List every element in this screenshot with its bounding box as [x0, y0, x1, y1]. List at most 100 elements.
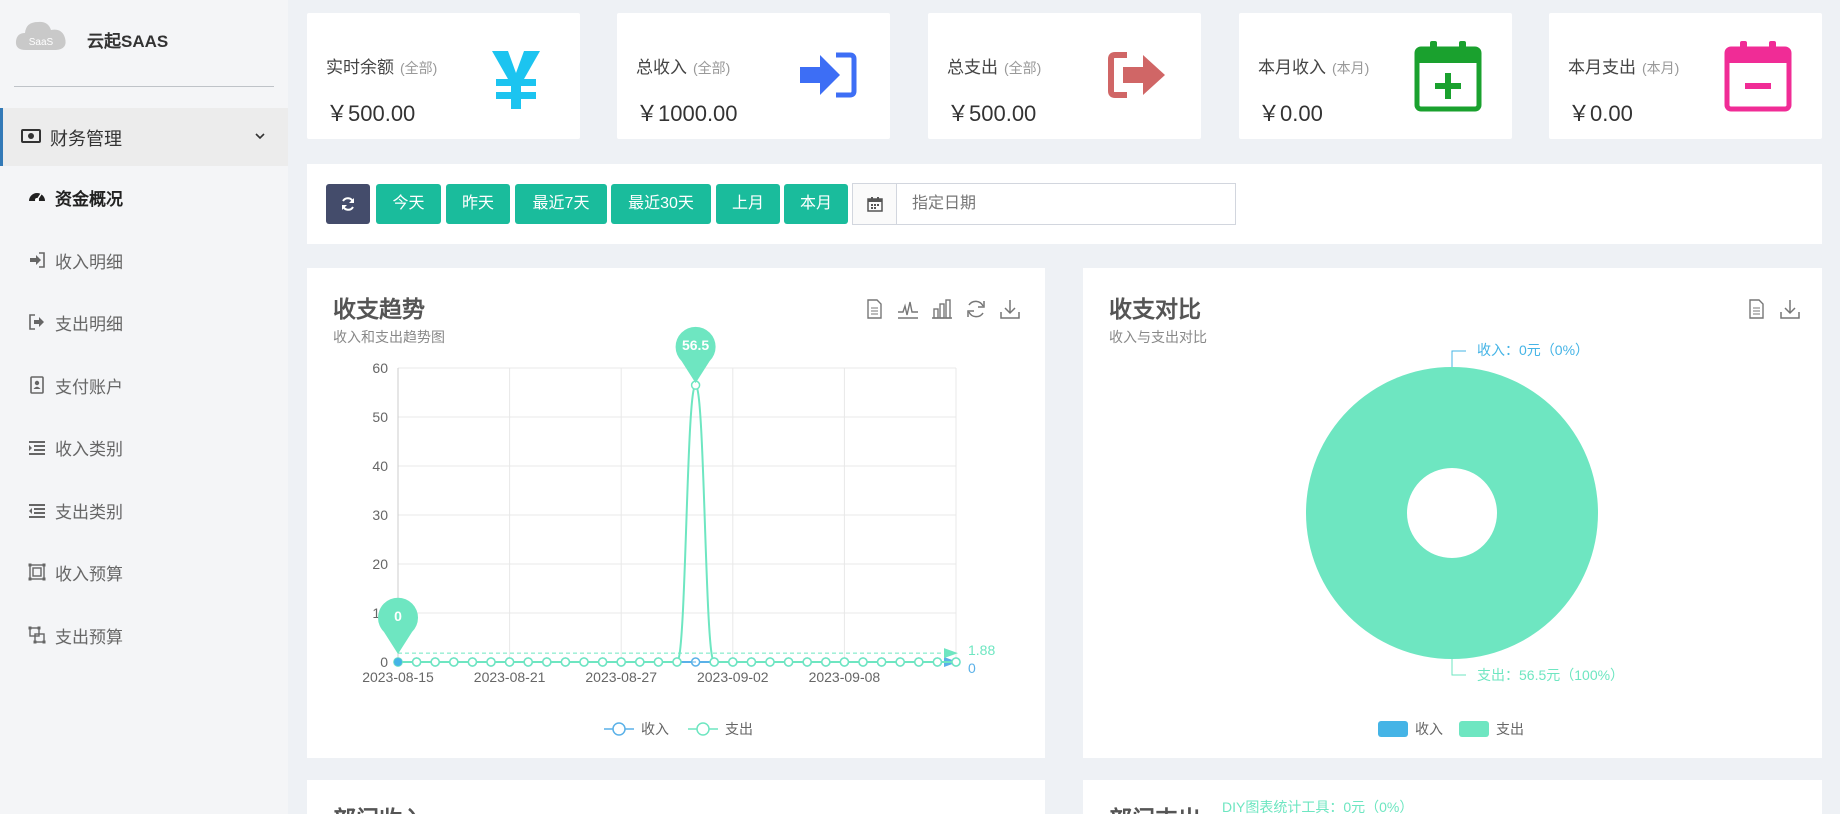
panel-title: 部门支出 [1109, 800, 1201, 814]
date-picker [852, 183, 1236, 225]
x-tick-label: 2023-08-21 [474, 669, 546, 685]
stat-title: 总支出 [947, 58, 998, 77]
x-tick-label: 2023-08-15 [362, 669, 434, 685]
sidebar-item-income-category[interactable]: 收入类别 [0, 416, 288, 479]
pin-shape [675, 326, 716, 384]
stat-value: ￥500.00 [326, 101, 416, 126]
marker-pin: 56.5 [675, 326, 716, 384]
stat-scope: (本月) [1332, 60, 1370, 76]
calendar-minus-icon [1724, 41, 1792, 112]
contact-card-icon [30, 375, 44, 394]
data-point [449, 657, 459, 667]
data-point [728, 657, 738, 667]
filter-today-button[interactable]: 今天 [376, 184, 441, 224]
outdent-list-icon [29, 503, 45, 518]
label-leader [1451, 350, 1466, 367]
logo-text: SaaS [29, 37, 54, 48]
sidebar: SaaS 云起SAAS 财务管理 资金概况 收入明细 支出明细 支付账户 收入类… [0, 0, 288, 814]
date-input[interactable] [897, 184, 1235, 224]
stat-value: ￥500.00 [947, 101, 1037, 126]
object-group-icon [28, 563, 46, 581]
filter-last7-button[interactable]: 最近7天 [515, 184, 607, 224]
data-point [932, 657, 943, 667]
sidebar-item-label: 收入类别 [55, 440, 123, 459]
sidebar-item-expense-detail[interactable]: 支出明细 [0, 291, 288, 354]
x-tick-label: 2023-09-08 [809, 669, 881, 685]
divider [14, 86, 274, 87]
sidebar-item-overview[interactable]: 资金概况 [0, 166, 288, 229]
data-point [486, 657, 496, 667]
data-point [839, 657, 850, 667]
filter-last30-button[interactable]: 最近30天 [611, 184, 711, 224]
calendar-addon[interactable] [853, 184, 897, 224]
stat-value: ￥0.00 [1258, 101, 1323, 126]
sign-in-icon [30, 251, 45, 268]
data-point [783, 657, 794, 667]
data-point [579, 657, 589, 667]
label-leader [1451, 659, 1466, 676]
calendar-icon [867, 197, 883, 212]
sidebar-item-label: 支出明细 [55, 315, 123, 334]
cloud-logo-icon: SaaS [15, 21, 66, 50]
x-tick-label: 2023-08-27 [585, 669, 657, 685]
data-point [430, 657, 440, 667]
stat-card-total-expense: 总支出 (全部) ￥500.00 [928, 13, 1201, 139]
yen-icon [492, 51, 540, 109]
refresh-icon [342, 197, 354, 211]
filter-yesterday-button[interactable]: 昨天 [446, 184, 510, 224]
dept-income-panel: 部门收入 [307, 780, 1045, 814]
data-point [597, 657, 608, 667]
stat-title: 本月收入 [1258, 58, 1326, 77]
stat-card-balance: 实时余额 (全部) ￥500.00 [307, 13, 580, 139]
stat-title: 实时余额 [326, 58, 394, 77]
data-point [876, 657, 887, 667]
stat-card-total-income: 总收入 (全部) ￥1000.00 [617, 13, 890, 139]
sidebar-item-income-budget[interactable]: 收入预算 [0, 541, 288, 604]
sidebar-item-label: 资金概况 [55, 190, 123, 209]
stat-scope: (全部) [693, 60, 731, 76]
data-point [672, 657, 682, 667]
pin-label: 0 [394, 608, 402, 624]
refresh-button[interactable] [326, 184, 370, 224]
sidebar-item-label: 支出类别 [55, 502, 123, 522]
stat-title: 本月支出 [1568, 58, 1636, 77]
legend-swatch [1378, 721, 1408, 737]
sidebar-item-expense-budget[interactable]: 支出预算 [0, 603, 288, 666]
slice-label: 支出：56.5元（100%） [1477, 667, 1624, 683]
dept-expense-panel: 部门支出 [1083, 780, 1822, 814]
stat-scope: (全部) [400, 60, 438, 76]
y-tick-label: 50 [372, 409, 388, 425]
sidebar-item-income-detail[interactable]: 收入明细 [0, 228, 288, 291]
data-point [895, 657, 905, 667]
stat-title: 总收入 [636, 58, 687, 77]
data-point [635, 657, 645, 667]
sign-in-icon [800, 52, 857, 98]
data-point [411, 657, 422, 667]
calendar-plus-icon [1414, 41, 1482, 112]
sidebar-item-pay-account[interactable]: 支付账户 [0, 353, 288, 416]
y-tick-label: 60 [372, 360, 388, 376]
data-point [951, 657, 961, 667]
sidebar-item-label: 支付账户 [55, 377, 123, 397]
menu-group-finance[interactable]: 财务管理 [0, 108, 288, 166]
marker-pin: 0 [378, 597, 418, 654]
data-point [504, 657, 515, 667]
data-point [523, 657, 533, 667]
data-point [746, 657, 757, 667]
legend-label: 收入 [1415, 721, 1443, 737]
stat-scope: (全部) [1004, 60, 1042, 76]
dashboard-icon [29, 193, 45, 202]
sidebar-item-label: 收入预算 [55, 565, 123, 584]
filter-last-month-button[interactable]: 上月 [716, 184, 780, 224]
trend-chart-panel: 收支趋势 收入和支出趋势图 01020304050602023-08-15202… [307, 268, 1045, 758]
sign-out-icon [1108, 52, 1165, 98]
sidebar-item-label: 收入明细 [55, 252, 123, 272]
pin-shape [378, 597, 418, 654]
chevron-down-icon [255, 133, 265, 140]
pie-slice [1306, 366, 1598, 660]
sidebar-menu: 财务管理 资金概况 收入明细 支出明细 支付账户 收入类别 支出类别 收入预算 … [0, 108, 288, 666]
stat-value: ￥1000.00 [636, 101, 738, 126]
avg-label: 1.88 [968, 642, 995, 658]
filter-this-month-button[interactable]: 本月 [784, 184, 848, 224]
sidebar-item-expense-category[interactable]: 支出类别 [0, 478, 288, 541]
